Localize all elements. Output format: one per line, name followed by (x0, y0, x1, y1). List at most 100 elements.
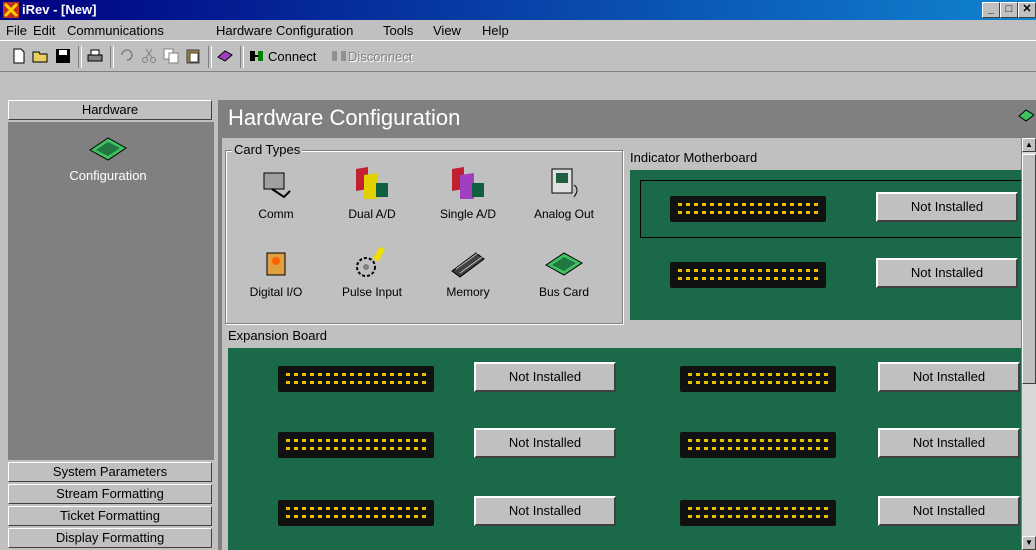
menu-communications[interactable]: Communications (67, 23, 164, 38)
expansion-slot-1-status[interactable]: Not Installed (474, 362, 616, 392)
disconnect-icon[interactable] (330, 47, 348, 65)
vertical-scrollbar[interactable]: ▲ ▼ (1021, 138, 1036, 550)
expansion-slot-5[interactable] (278, 500, 434, 526)
close-button[interactable]: ✕ (1018, 2, 1036, 18)
scroll-thumb[interactable] (1022, 154, 1036, 384)
menu-file[interactable]: File (6, 23, 27, 38)
slot-pin (286, 507, 290, 510)
slot-pin (744, 381, 748, 384)
motherboard-slot-2[interactable] (670, 262, 826, 288)
slot-pin (422, 381, 426, 384)
expansion-slot-4[interactable] (680, 432, 836, 458)
expansion-slot-6-status[interactable]: Not Installed (878, 496, 1020, 526)
slot-pin (382, 515, 386, 518)
slot-pin (792, 507, 796, 510)
slot-pin (744, 373, 748, 376)
slot-pins (286, 507, 426, 518)
slot-pin (742, 211, 746, 214)
nav-stream-formatting-button[interactable]: Stream Formatting (8, 484, 212, 504)
slot-pin (382, 381, 386, 384)
nav-display-formatting-button[interactable]: Display Formatting (8, 528, 212, 548)
slot-pin (816, 439, 820, 442)
connect-icon[interactable] (248, 47, 266, 65)
slot-pin (414, 439, 418, 442)
slot-pin (742, 277, 746, 280)
paste-icon[interactable] (184, 47, 202, 65)
expansion-slot-3[interactable] (278, 432, 434, 458)
card-type-bus-card[interactable]: Bus Card (516, 243, 612, 299)
configuration-item[interactable]: Configuration (48, 132, 168, 183)
disconnect-button[interactable]: Disconnect (348, 49, 412, 64)
slot-pin (334, 439, 338, 442)
card-types-title: Card Types (232, 142, 303, 157)
menu-edit[interactable]: Edit (33, 23, 55, 38)
menu-view[interactable]: View (433, 23, 461, 38)
print-icon[interactable] (86, 47, 104, 65)
card-type-memory[interactable]: Memory (420, 243, 516, 299)
slot-pin (790, 269, 794, 272)
book-icon[interactable] (216, 47, 234, 65)
new-file-icon[interactable] (10, 47, 28, 65)
slot-pin (718, 203, 722, 206)
slot-pin (696, 439, 700, 442)
slot-pin (694, 269, 698, 272)
save-icon[interactable] (54, 47, 72, 65)
motherboard-slot-1-status[interactable]: Not Installed (876, 192, 1018, 222)
expansion-slot-6[interactable] (680, 500, 836, 526)
maximize-button[interactable]: □ (1000, 2, 1018, 18)
open-folder-icon[interactable] (32, 47, 50, 65)
copy-icon[interactable] (162, 47, 180, 65)
slot-pin (728, 381, 732, 384)
card-type-pulse-input[interactable]: Pulse Input (324, 243, 420, 299)
minimize-button[interactable]: _ (982, 2, 1000, 18)
slot-pin (342, 381, 346, 384)
slot-pin (734, 211, 738, 214)
nav-system-parameters-button[interactable]: System Parameters (8, 462, 212, 482)
slot-pin (302, 439, 306, 442)
slot-pin (784, 373, 788, 376)
expansion-slot-4-status[interactable]: Not Installed (878, 428, 1020, 458)
slot-pin (806, 269, 810, 272)
menu-bar: File Edit Communications Hardware Config… (0, 20, 1036, 40)
card-type-single-ad[interactable]: Single A/D (420, 165, 516, 221)
scroll-down-button[interactable]: ▼ (1022, 536, 1036, 550)
slot-pin (678, 277, 682, 280)
card-type-digital-io[interactable]: Digital I/O (228, 243, 324, 299)
motherboard-slot-2-status[interactable]: Not Installed (876, 258, 1018, 288)
menu-help[interactable]: Help (482, 23, 509, 38)
toolbar-separator (208, 46, 212, 68)
expansion-slot-1[interactable] (278, 366, 434, 392)
slot-pin (310, 515, 314, 518)
menu-hardware-configuration[interactable]: Hardware Configuration (216, 23, 353, 38)
scroll-up-button[interactable]: ▲ (1022, 138, 1036, 152)
slot-pin (702, 269, 706, 272)
cut-icon[interactable] (140, 47, 158, 65)
card-type-comm[interactable]: Comm (228, 165, 324, 221)
slot-pin (752, 507, 756, 510)
expansion-slot-5-status[interactable]: Not Installed (474, 496, 616, 526)
menu-tools[interactable]: Tools (383, 23, 413, 38)
connect-button[interactable]: Connect (268, 49, 316, 64)
slot-pin (366, 439, 370, 442)
slot-pin (694, 211, 698, 214)
slot-pin (406, 381, 410, 384)
indicator-motherboard-panel: Not Installed Not Installed (630, 170, 1034, 320)
nav-hardware-button[interactable]: Hardware (8, 100, 212, 120)
slot-pin (808, 447, 812, 450)
slot-pin (406, 447, 410, 450)
undo-icon[interactable] (118, 47, 136, 65)
expansion-slot-2-status[interactable]: Not Installed (878, 362, 1020, 392)
expansion-slot-3-status[interactable]: Not Installed (474, 428, 616, 458)
expansion-slot-2[interactable] (680, 366, 836, 392)
card-type-dual-ad[interactable]: Dual A/D (324, 165, 420, 221)
slot-pin (366, 373, 370, 376)
slot-pin (768, 439, 772, 442)
slot-pin (816, 373, 820, 376)
nav-ticket-formatting-button[interactable]: Ticket Formatting (8, 506, 212, 526)
motherboard-slot-1[interactable] (670, 196, 826, 222)
slot-pin (750, 269, 754, 272)
slot-pin (350, 381, 354, 384)
slot-pin (688, 439, 692, 442)
slot-pin (702, 211, 706, 214)
card-type-analog-out[interactable]: Analog Out (516, 165, 612, 221)
